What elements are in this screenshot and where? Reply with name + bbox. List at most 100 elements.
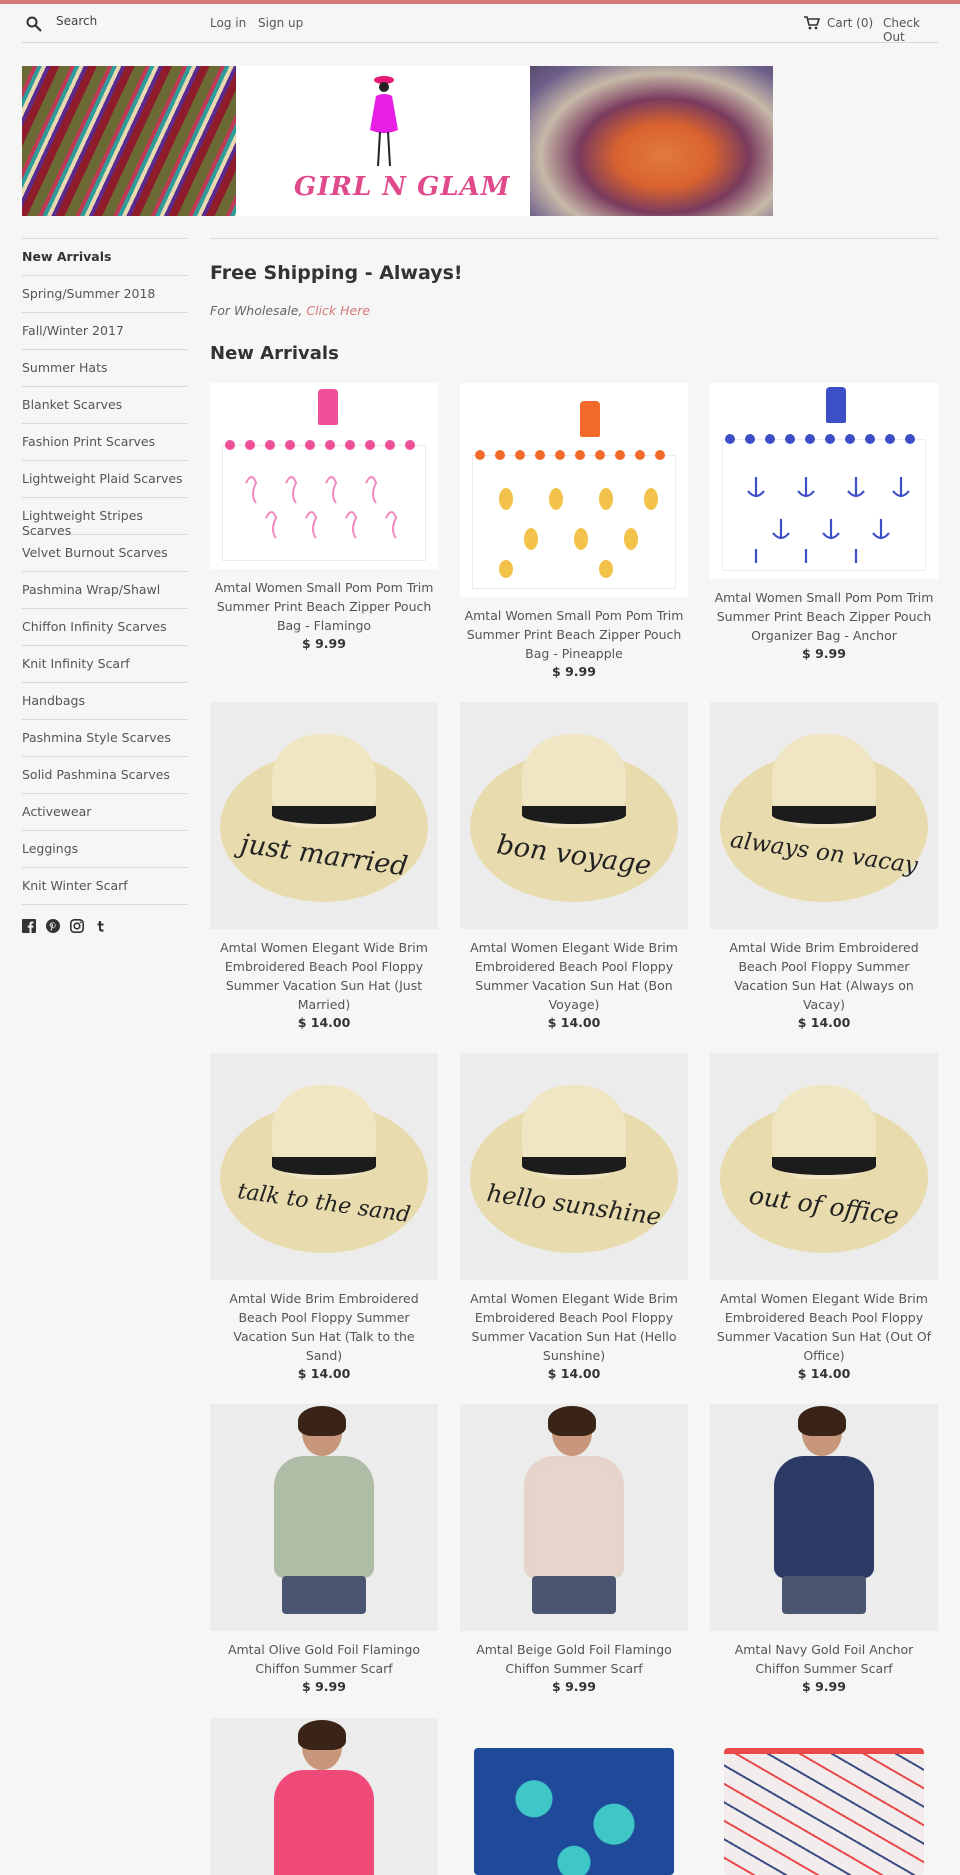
sidebar-item-new-arrivals[interactable]: New Arrivals bbox=[22, 238, 188, 275]
shipping-heading: Free Shipping - Always! bbox=[210, 262, 463, 284]
product-image[interactable] bbox=[460, 1404, 688, 1631]
product-price: $ 9.99 bbox=[302, 636, 346, 651]
product-title[interactable]: Amtal Women Small Pom Pom Trim Summer Pr… bbox=[460, 606, 688, 663]
product-title[interactable]: Amtal Women Small Pom Pom Trim Summer Pr… bbox=[710, 588, 938, 645]
sidebar-item-fashion-print-scarves[interactable]: Fashion Print Scarves bbox=[22, 423, 188, 460]
product-price: $ 14.00 bbox=[797, 1015, 851, 1030]
product-image[interactable]: out of office bbox=[710, 1053, 938, 1280]
signup-link[interactable]: Sign up bbox=[258, 16, 303, 30]
product-price: $ 9.99 bbox=[552, 664, 596, 679]
product-title[interactable]: Amtal Wide Brim Embroidered Beach Pool F… bbox=[210, 1289, 438, 1365]
product-image[interactable] bbox=[710, 1718, 938, 1875]
product-title[interactable]: Amtal Women Elegant Wide Brim Embroidere… bbox=[460, 938, 688, 1014]
sidebar-nav: New Arrivals Spring/Summer 2018 Fall/Win… bbox=[22, 238, 188, 933]
sidebar-item-spring-summer-2018[interactable]: Spring/Summer 2018 bbox=[22, 275, 188, 312]
product-price: $ 14.00 bbox=[797, 1366, 851, 1381]
product-card[interactable]: always on vacay Amtal Wide Brim Embroide… bbox=[710, 702, 938, 1030]
product-card[interactable]: out of office Amtal Women Elegant Wide B… bbox=[710, 1053, 938, 1381]
product-card[interactable]: Amtal Beige Gold Foil Flamingo Chiffon S… bbox=[460, 1404, 688, 1694]
sidebar-item-summer-hats[interactable]: Summer Hats bbox=[22, 349, 188, 386]
product-image[interactable] bbox=[460, 383, 688, 597]
product-card[interactable]: Amtal Navy Gold Foil Anchor Chiffon Summ… bbox=[710, 1404, 938, 1694]
checkout-link[interactable]: Check Out bbox=[883, 16, 938, 44]
product-price: $ 9.99 bbox=[302, 1679, 346, 1694]
sidebar-item-fall-winter-2017[interactable]: Fall/Winter 2017 bbox=[22, 312, 188, 349]
product-card[interactable]: Amtal Women Small Pom Pom Trim Summer Pr… bbox=[460, 383, 688, 679]
product-card[interactable]: bon voyage Amtal Women Elegant Wide Brim… bbox=[460, 702, 688, 1030]
pinterest-icon[interactable] bbox=[46, 919, 60, 933]
product-image[interactable]: just married bbox=[210, 702, 438, 929]
cart-icon[interactable] bbox=[804, 16, 820, 30]
sidebar-item-chiffon-infinity-scarves[interactable]: Chiffon Infinity Scarves bbox=[22, 608, 188, 645]
flamingo-pattern-icon bbox=[245, 476, 398, 539]
product-image[interactable]: always on vacay bbox=[710, 702, 938, 929]
product-title[interactable]: Amtal Women Elegant Wide Brim Embroidere… bbox=[460, 1289, 688, 1365]
sidebar-item-blanket-scarves[interactable]: Blanket Scarves bbox=[22, 386, 188, 423]
product-card[interactable] bbox=[460, 1718, 688, 1875]
sidebar-item-knit-winter-scarf[interactable]: Knit Winter Scarf bbox=[22, 867, 188, 904]
sidebar-item-lightweight-plaid-scarves[interactable]: Lightweight Plaid Scarves bbox=[22, 460, 188, 497]
product-card[interactable]: Amtal Olive Gold Foil Flamingo Chiffon S… bbox=[210, 1404, 438, 1694]
product-price: $ 9.99 bbox=[802, 1679, 846, 1694]
search-icon[interactable] bbox=[26, 16, 42, 32]
product-title[interactable]: Amtal Women Elegant Wide Brim Embroidere… bbox=[710, 1289, 938, 1365]
product-image[interactable]: talk to the sand bbox=[210, 1053, 438, 1280]
sidebar-item-solid-pashmina-scarves[interactable]: Solid Pashmina Scarves bbox=[22, 756, 188, 793]
sidebar-item-handbags[interactable]: Handbags bbox=[22, 682, 188, 719]
product-title[interactable]: Amtal Women Elegant Wide Brim Embroidere… bbox=[210, 938, 438, 1014]
banner-scarf-image-left bbox=[22, 66, 236, 216]
product-image[interactable] bbox=[710, 383, 938, 579]
product-image[interactable] bbox=[710, 1404, 938, 1631]
social-links bbox=[22, 919, 188, 933]
instagram-icon[interactable] bbox=[70, 919, 84, 933]
product-title[interactable]: Amtal Wide Brim Embroidered Beach Pool F… bbox=[710, 938, 938, 1014]
sidebar-item-velvet-burnout-scarves[interactable]: Velvet Burnout Scarves bbox=[22, 534, 188, 571]
product-image[interactable]: hello sunshine bbox=[460, 1053, 688, 1280]
product-card[interactable]: just married Amtal Women Elegant Wide Br… bbox=[210, 702, 438, 1030]
store-banner[interactable]: GIRL N GLAM bbox=[22, 66, 773, 216]
product-price: $ 14.00 bbox=[297, 1015, 351, 1030]
product-card[interactable] bbox=[710, 1718, 938, 1875]
sidebar-item-lightweight-stripes-scarves[interactable]: Lightweight Stripes Scarves bbox=[22, 497, 188, 538]
product-title[interactable]: Amtal Women Small Pom Pom Trim Summer Pr… bbox=[210, 578, 438, 635]
sidebar-item-leggings[interactable]: Leggings bbox=[22, 830, 188, 867]
pineapple-pattern-icon bbox=[499, 488, 658, 578]
cart-link[interactable]: Cart (0) bbox=[827, 16, 873, 30]
product-image[interactable] bbox=[210, 383, 438, 569]
tumblr-icon[interactable] bbox=[94, 919, 108, 933]
product-card[interactable] bbox=[210, 1718, 438, 1875]
product-image[interactable]: bon voyage bbox=[460, 702, 688, 929]
sidebar-item-activewear[interactable]: Activewear bbox=[22, 793, 188, 830]
product-image[interactable] bbox=[210, 1718, 438, 1875]
product-title[interactable]: Amtal Beige Gold Foil Flamingo Chiffon S… bbox=[460, 1640, 688, 1678]
logo-figure-icon bbox=[370, 76, 398, 167]
sidebar-divider bbox=[22, 904, 188, 905]
logo-panel: GIRL N GLAM bbox=[236, 66, 530, 216]
main-divider bbox=[210, 238, 938, 239]
product-title[interactable]: Amtal Olive Gold Foil Flamingo Chiffon S… bbox=[210, 1640, 438, 1678]
product-price: $ 9.99 bbox=[552, 1679, 596, 1694]
wholesale-link[interactable]: Click Here bbox=[306, 303, 370, 318]
product-card[interactable]: Amtal Women Small Pom Pom Trim Summer Pr… bbox=[210, 383, 438, 651]
product-price: $ 14.00 bbox=[297, 1366, 351, 1381]
search-input[interactable]: Search bbox=[56, 14, 97, 28]
sidebar-item-pashmina-style-scarves[interactable]: Pashmina Style Scarves bbox=[22, 719, 188, 756]
anchor-pattern-icon bbox=[747, 477, 910, 563]
wholesale-line: For Wholesale, Click Here bbox=[210, 303, 370, 318]
product-card[interactable]: Amtal Women Small Pom Pom Trim Summer Pr… bbox=[710, 383, 938, 661]
product-price: $ 14.00 bbox=[547, 1015, 601, 1030]
product-image[interactable] bbox=[210, 1404, 438, 1631]
sidebar-item-pashmina-wrap-shawl[interactable]: Pashmina Wrap/Shawl bbox=[22, 571, 188, 608]
login-link[interactable]: Log in bbox=[210, 16, 246, 30]
facebook-icon[interactable] bbox=[22, 919, 36, 933]
wholesale-text: For Wholesale, bbox=[210, 303, 303, 318]
product-card[interactable]: talk to the sand Amtal Wide Brim Embroid… bbox=[210, 1053, 438, 1381]
site-header: Search Log in Sign up Cart (0) Check Out bbox=[22, 4, 938, 44]
product-title[interactable]: Amtal Navy Gold Foil Anchor Chiffon Summ… bbox=[710, 1640, 938, 1678]
product-image[interactable] bbox=[460, 1718, 688, 1875]
product-card[interactable]: hello sunshine Amtal Women Elegant Wide … bbox=[460, 1053, 688, 1381]
sidebar-item-knit-infinity-scarf[interactable]: Knit Infinity Scarf bbox=[22, 645, 188, 682]
section-heading: New Arrivals bbox=[210, 343, 339, 364]
logo-text: GIRL N GLAM bbox=[294, 172, 511, 202]
product-price: $ 14.00 bbox=[547, 1366, 601, 1381]
